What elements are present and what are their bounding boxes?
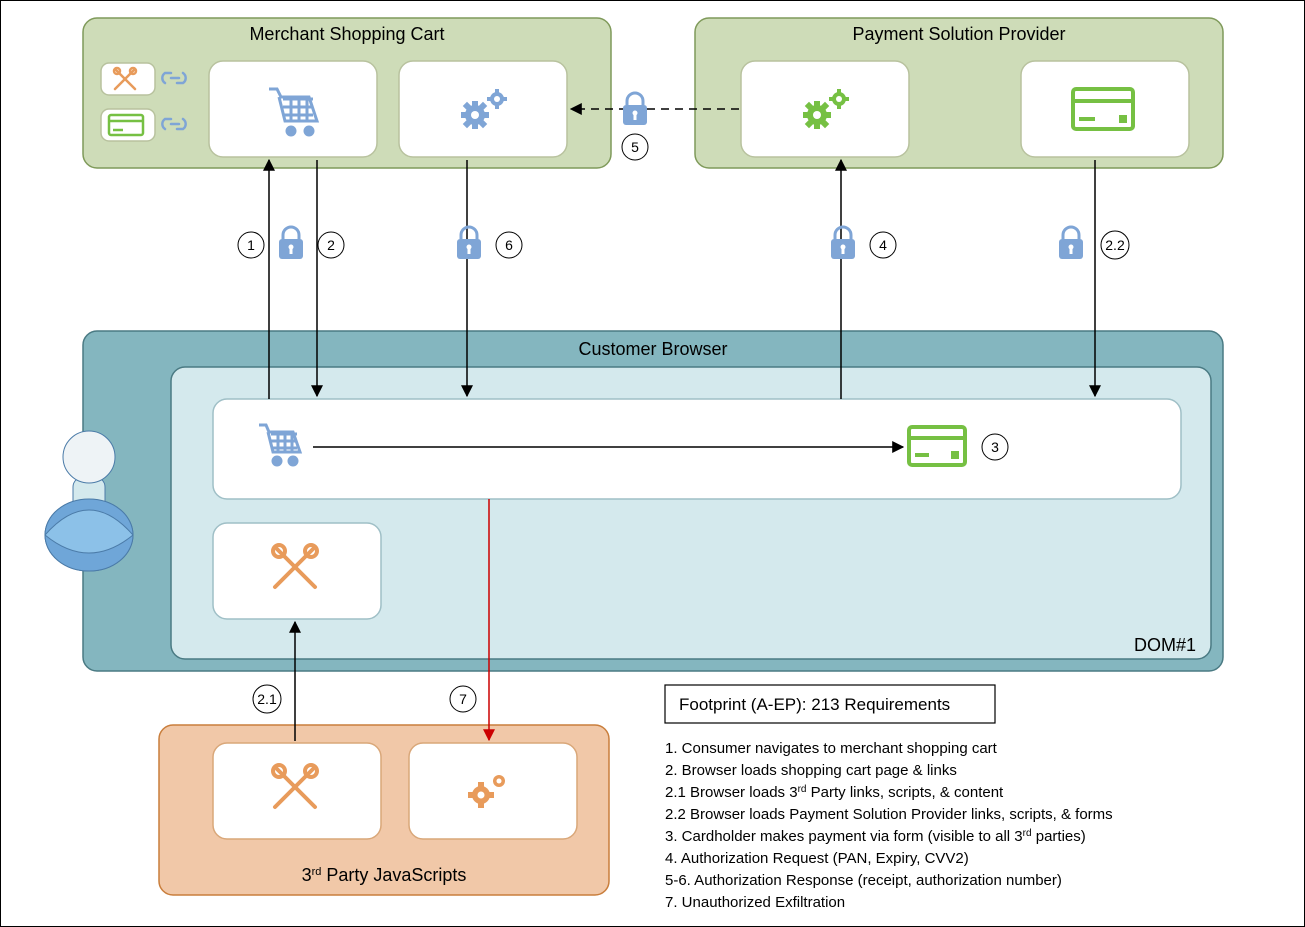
step-2-1-label: 2.1	[257, 691, 277, 707]
diagram-frame: Merchant Shopping Cart Payment Solution …	[0, 0, 1305, 927]
step-2-2-label: 2.2	[1105, 237, 1125, 253]
legend-5-6: 5-6. Authorization Response (receipt, au…	[665, 872, 1062, 889]
step-5-label: 5	[631, 139, 639, 155]
merchant-zone-title: Merchant Shopping Cart	[249, 24, 444, 44]
legend-3: 3. Cardholder makes payment via form (vi…	[665, 828, 1086, 845]
dom-zone-label: DOM#1	[1134, 635, 1196, 655]
step-2-label: 2	[327, 237, 335, 253]
browser-zone-title: Customer Browser	[578, 339, 727, 359]
legend-2-1: 2.1 Browser loads 3rd Party links, scrip…	[665, 784, 1004, 801]
thirdparty-gears-box	[409, 743, 577, 839]
provider-zone-title: Payment Solution Provider	[852, 24, 1065, 44]
lock-icon	[1059, 227, 1083, 259]
merchant-linkbox-tools	[101, 63, 155, 95]
legend-1: 1. Consumer navigates to merchant shoppi…	[665, 740, 998, 757]
step-3-label: 3	[991, 439, 999, 455]
step-1-label: 1	[247, 237, 255, 253]
footprint-label: Footprint (A-EP): 213 Requirements	[679, 695, 950, 714]
legend-2-2: 2.2 Browser loads Payment Solution Provi…	[665, 806, 1113, 823]
legend-2: 2. Browser loads shopping cart page & li…	[665, 762, 957, 779]
thirdparty-zone-title: 3rd Party JavaScripts	[302, 865, 467, 885]
lock-icon	[831, 227, 855, 259]
legend-7: 7. Unauthorized Exfiltration	[665, 894, 845, 911]
merchant-cart-box	[209, 61, 377, 157]
lock-icon	[457, 227, 481, 259]
legend-4: 4. Authorization Request (PAN, Expiry, C…	[665, 850, 969, 867]
lock-icon	[623, 93, 647, 125]
step-7-label: 7	[459, 691, 467, 707]
legend: 1. Consumer navigates to merchant shoppi…	[665, 740, 1113, 911]
provider-card-box	[1021, 61, 1189, 157]
browser-page-box	[213, 399, 1181, 499]
lock-icon	[279, 227, 303, 259]
step-4-label: 4	[879, 237, 887, 253]
browser-zone: Customer Browser DOM#1	[83, 331, 1223, 671]
step-6-label: 6	[505, 237, 513, 253]
